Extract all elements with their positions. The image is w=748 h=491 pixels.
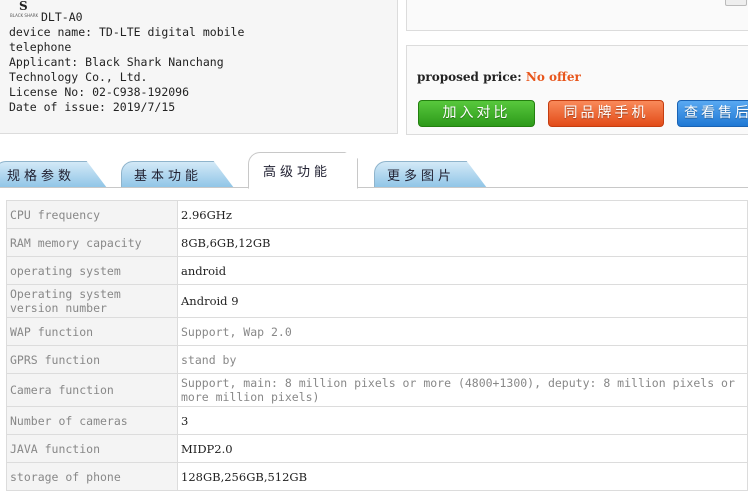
applicant-line-cont: Technology Co., Ltd. <box>9 70 148 84</box>
spec-value: Android 9 <box>177 284 748 318</box>
cut-off-button[interactable] <box>725 0 747 6</box>
table-row: GPRS function stand by <box>6 345 748 374</box>
device-name-line: device name: TD-LTE digital mobile <box>9 25 245 39</box>
tab-specifications[interactable]: 规格参数 <box>0 161 107 188</box>
same-brand-phones-button[interactable]: 同品牌手机 <box>548 100 664 127</box>
spec-key: Operating system version number <box>6 284 178 318</box>
spec-value: 8GB,6GB,12GB <box>177 228 748 257</box>
device-name-line-cont: telephone <box>9 40 72 54</box>
spec-value: Support, Wap 2.0 <box>177 317 748 346</box>
spec-key: WAP function <box>6 317 178 346</box>
applicant-line: Applicant: Black Shark Nanchang <box>9 55 224 69</box>
device-model: DLT-A0 <box>41 10 83 24</box>
spec-value: Support, main: 8 million pixels or more … <box>177 373 748 407</box>
spec-value: MIDP2.0 <box>177 434 748 463</box>
spec-key: GPRS function <box>6 345 178 374</box>
add-to-compare-button[interactable]: 加入对比 <box>418 100 535 127</box>
spec-key: CPU frequency <box>6 200 178 229</box>
table-row: JAVA function MIDP2.0 <box>6 434 748 463</box>
tab-more-pictures[interactable]: 更多图片 <box>374 161 487 188</box>
spec-value: 3 <box>177 406 748 435</box>
spec-key: RAM memory capacity <box>6 228 178 257</box>
table-row: CPU frequency 2.96GHz <box>6 200 748 229</box>
spec-key: Camera function <box>6 373 178 407</box>
table-row: Number of cameras 3 <box>6 406 748 435</box>
tab-advanced-functions[interactable]: 高级功能 <box>248 152 358 189</box>
issue-date-line: Date of issue: 2019/7/15 <box>9 100 176 114</box>
top-right-panel: 0000 <box>406 0 748 31</box>
table-row: Operating system version number Android … <box>6 284 748 318</box>
price-panel: proposed price: No offer 加入对比 同品牌手机 查看售后 <box>406 45 748 135</box>
table-row: operating system android <box>6 256 748 285</box>
spec-table: CPU frequency 2.96GHz RAM memory capacit… <box>6 200 748 491</box>
license-line: License No: 02-C938-192096 <box>9 85 190 99</box>
price-label: proposed price: <box>417 70 522 84</box>
tab-basic-functions[interactable]: 基本功能 <box>121 161 234 188</box>
tab-bar: 规格参数 基本功能 高级功能 更多图片 <box>0 152 748 189</box>
spec-key: JAVA function <box>6 434 178 463</box>
spec-value: android <box>177 256 748 285</box>
table-row: storage of phone 128GB,256GB,512GB <box>6 462 748 491</box>
spec-key: storage of phone <box>6 462 178 491</box>
tab-divider <box>0 187 748 188</box>
table-row: Camera function Support, main: 8 million… <box>6 373 748 407</box>
spec-value: 2.96GHz <box>177 200 748 229</box>
spec-key: Number of cameras <box>6 406 178 435</box>
spec-value: stand by <box>177 345 748 374</box>
device-info-panel: S BLACK SHARK DLT-A0 device name: TD-LTE … <box>0 0 398 134</box>
table-row: RAM memory capacity 8GB,6GB,12GB <box>6 228 748 257</box>
cut-off-text: 0000 <box>439 0 466 3</box>
price-value: No offer <box>525 70 581 84</box>
check-after-sales-button[interactable]: 查看售后 <box>677 100 748 127</box>
proposed-price: proposed price: No offer <box>417 70 581 84</box>
spec-key: operating system <box>6 256 178 285</box>
table-row: WAP function Support, Wap 2.0 <box>6 317 748 346</box>
spec-value: 128GB,256GB,512GB <box>177 462 748 491</box>
device-details: DLT-A0 device name: TD-LTE digital mobile… <box>9 10 244 115</box>
